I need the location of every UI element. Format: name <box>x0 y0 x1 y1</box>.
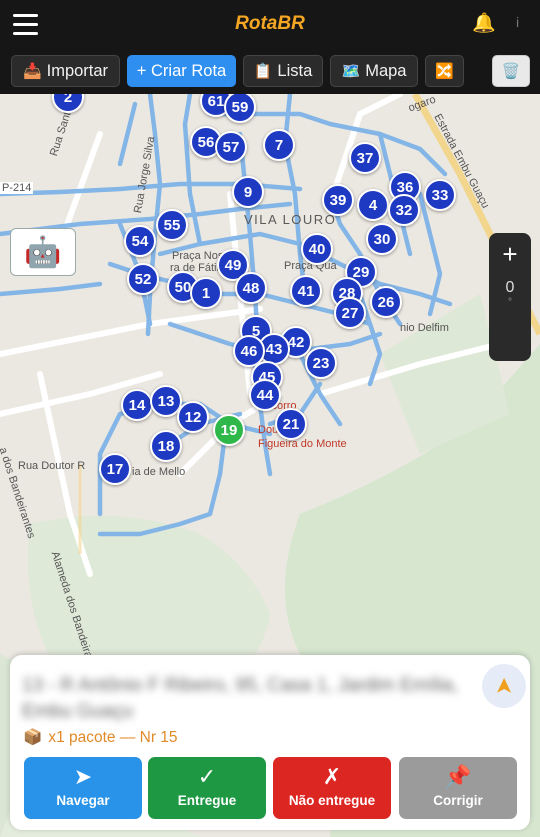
route-stop-pin[interactable]: 17 <box>99 453 131 485</box>
map-icon: 🗺️ <box>341 63 361 80</box>
route-stop-pin[interactable]: 41 <box>290 275 322 307</box>
route-stop-pin[interactable]: 26 <box>370 286 402 318</box>
check-icon: ✓ <box>197 764 217 789</box>
app-root: RotaBR 🔔 i 📥 Importar + Criar Rota 📋 Lis… <box>0 0 540 837</box>
clear-button[interactable]: 🗑️ <box>492 55 530 87</box>
map-label-figueira: Figueira do Monte <box>258 438 347 450</box>
trash-icon: 🗑️ <box>501 63 521 80</box>
map-label-de-mello: ia de Mello <box>132 466 186 478</box>
map-label-sp214: P-214 <box>0 182 34 194</box>
not-delivered-button[interactable]: ✗ Não entregue <box>273 757 391 819</box>
route-stop-pin[interactable]: 32 <box>388 194 420 226</box>
navigate-button-label: Navegar <box>56 793 110 808</box>
zoom-unit: ° <box>508 297 512 308</box>
shuffle-button[interactable]: 🔀 <box>425 55 464 87</box>
stop-detail-panel: 13 - R Antônio F Ribeiro, 95, Casa 1, Ja… <box>10 655 530 830</box>
package-info: 📦 x1 pacote — Nr 15 <box>23 728 178 747</box>
route-stop-pin[interactable]: 7 <box>263 129 295 161</box>
route-stop-pin[interactable]: 14 <box>121 389 153 421</box>
delivered-button[interactable]: ✓ Entregue <box>148 757 266 819</box>
package-text: x1 pacote — Nr 15 <box>48 728 178 746</box>
header-bar: RotaBR 🔔 i <box>0 0 540 50</box>
map-label-delfim: nio Delfim <box>400 322 449 334</box>
route-stop-pin[interactable]: 27 <box>334 297 366 329</box>
stop-address: 13 - R Antônio F Ribeiro, 95, Casa 1, Ja… <box>22 675 459 722</box>
route-stop-pin[interactable]: 9 <box>232 176 264 208</box>
pushpin-icon: 📌 <box>444 764 472 789</box>
inbox-tray-icon: 📥 <box>22 63 42 80</box>
zoom-level: 0 <box>505 279 515 296</box>
zoom-control: + 0 ° <box>489 233 531 361</box>
bell-icon[interactable]: 🔔 <box>472 12 496 36</box>
correct-location-button[interactable]: 📌 Corrigir <box>399 757 517 819</box>
route-stop-pin[interactable]: 18 <box>150 430 182 462</box>
import-button[interactable]: 📥 Importar <box>11 55 120 87</box>
create-route-button[interactable]: + Criar Rota <box>127 55 236 87</box>
route-stop-pin[interactable]: 57 <box>215 131 247 163</box>
map-label-vila-louro: VILA LOURO <box>244 212 337 227</box>
route-stop-pin[interactable]: 52 <box>127 263 159 295</box>
zoom-in-button[interactable]: + <box>489 239 531 270</box>
route-stop-pin[interactable]: 19 <box>213 414 245 446</box>
route-stop-pin[interactable]: 48 <box>235 272 267 304</box>
route-stop-pin[interactable]: 1 <box>190 277 222 309</box>
more-icon[interactable]: i <box>516 14 519 30</box>
send-arrow-icon: ➤ <box>73 764 93 789</box>
route-stop-pin[interactable]: 12 <box>177 401 209 433</box>
route-stop-pin[interactable]: 39 <box>322 184 354 216</box>
list-button-label: Lista <box>277 61 313 80</box>
route-stop-pin[interactable]: 54 <box>124 225 156 257</box>
toolbar: 📥 Importar + Criar Rota 📋 Lista 🗺️ Mapa … <box>0 50 540 94</box>
map-button[interactable]: 🗺️ Mapa <box>330 55 418 87</box>
route-stop-pin[interactable]: 21 <box>275 408 307 440</box>
correct-location-button-label: Corrigir <box>433 793 483 808</box>
route-stop-pin[interactable]: 37 <box>349 142 381 174</box>
route-stop-pin[interactable]: 33 <box>424 179 456 211</box>
robot-icon: 🤖 <box>24 235 62 269</box>
navigation-arrow-icon: ➤ <box>491 676 516 696</box>
delivered-button-label: Entregue <box>177 793 237 808</box>
package-icon: 📦 <box>23 729 43 746</box>
navigation-arrow-button[interactable]: ➤ <box>482 664 526 708</box>
not-delivered-button-label: Não entregue <box>288 793 376 808</box>
create-route-label: + Criar Rota <box>136 61 227 80</box>
clipboard-icon: 📋 <box>253 63 273 80</box>
list-button[interactable]: 📋 Lista <box>243 55 323 87</box>
route-stop-pin[interactable]: 30 <box>366 223 398 255</box>
navigate-button[interactable]: ➤ Navegar <box>24 757 142 819</box>
robot-assistant-button[interactable]: 🤖 <box>10 228 76 276</box>
app-title: RotaBR <box>235 13 305 34</box>
import-button-label: Importar <box>46 61 109 80</box>
map-button-label: Mapa <box>365 61 407 80</box>
cross-icon: ✗ <box>322 764 342 789</box>
route-stop-pin[interactable]: 55 <box>156 209 188 241</box>
route-stop-pin[interactable]: 23 <box>305 347 337 379</box>
route-stop-pin[interactable]: 44 <box>249 379 281 411</box>
route-stop-pin[interactable]: 40 <box>301 233 333 265</box>
route-stop-pin[interactable]: 4 <box>357 189 389 221</box>
shuffle-icon: 🔀 <box>435 63 454 80</box>
map-label-rua-doutor: Rua Doutor R <box>18 460 86 472</box>
